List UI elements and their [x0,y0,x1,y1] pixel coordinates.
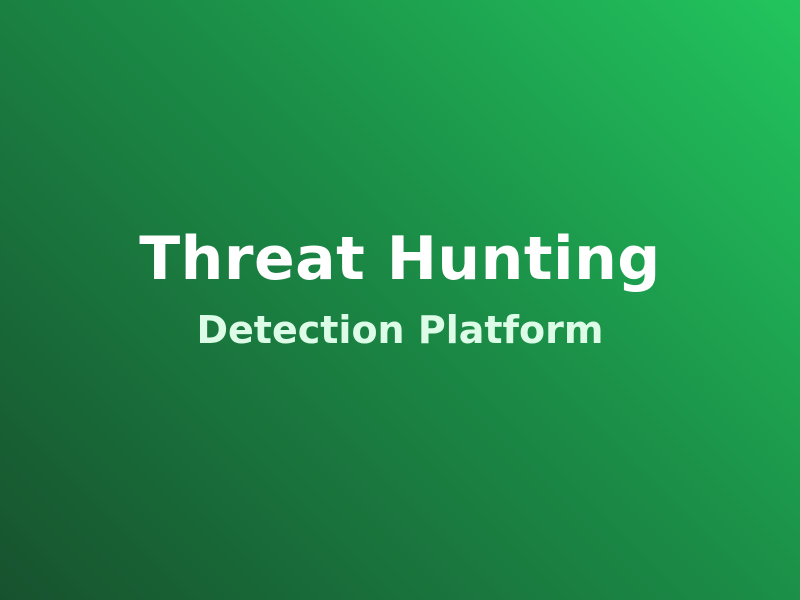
page-subtitle: Detection Platform [196,308,604,352]
splash-screen: Threat Hunting Detection Platform [0,0,800,600]
page-title: Threat Hunting [139,224,661,294]
